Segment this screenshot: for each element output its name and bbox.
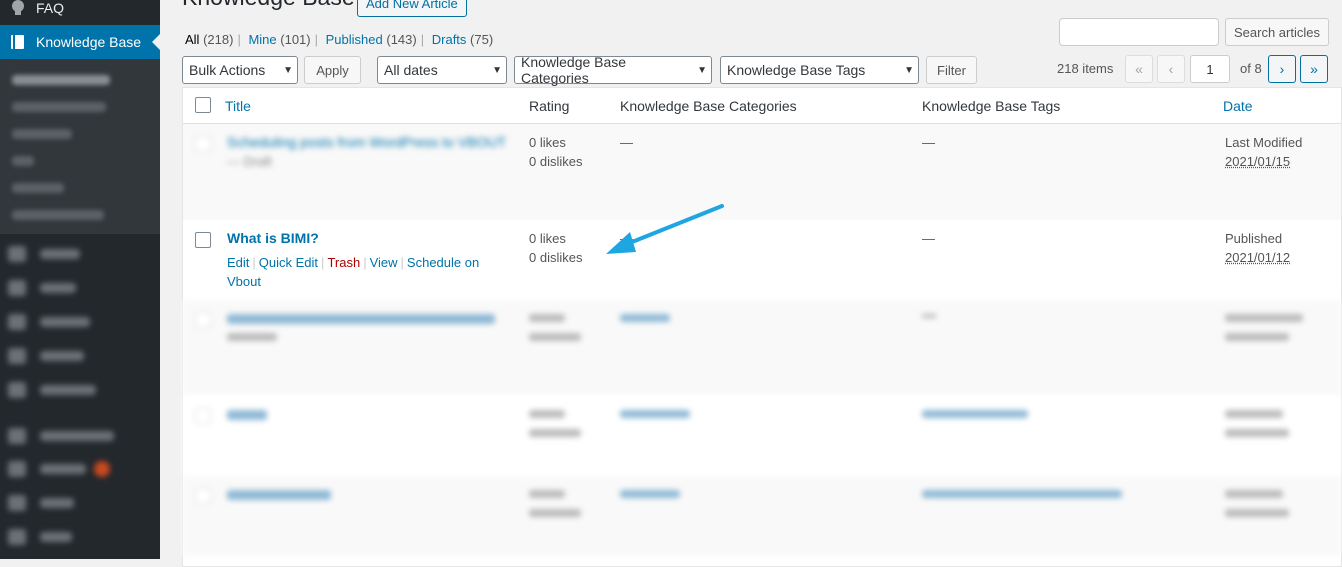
filter-drafts-link[interactable]: Drafts (75) — [432, 32, 493, 47]
articles-table: Title Rating Knowledge Base Categories K… — [182, 87, 1342, 567]
submenu-item-blurred[interactable] — [12, 102, 106, 112]
admin-sidebar: FAQ Knowledge Base — [0, 0, 160, 559]
select-value: Bulk Actions — [189, 62, 266, 78]
categories-value: — — [620, 135, 633, 150]
sidebar-item-blurred[interactable] — [8, 246, 80, 262]
status-filter-links: All (218) | Mine (101) | Published (143) | … — [185, 32, 494, 47]
last-page-button[interactable]: » — [1300, 55, 1328, 83]
likes: 0 likes — [529, 231, 566, 246]
filter-button[interactable]: Filter — [926, 56, 977, 84]
trash-link[interactable]: Trash — [327, 255, 360, 270]
sidebar-item-label: Knowledge Base — [36, 34, 142, 50]
table-row: What is BIMI? Edit | Quick Edit | Trash | View… — [183, 220, 1341, 300]
main-content: Knowledge Base Add New Article All (218)… — [160, 0, 1342, 567]
date-value: 2021/01/12 — [1225, 250, 1291, 265]
edit-link[interactable]: Edit — [227, 255, 249, 270]
sidebar-item-label: FAQ — [36, 0, 65, 16]
search-input[interactable] — [1059, 18, 1219, 46]
lightbulb-icon — [0, 0, 36, 17]
table-row — [183, 300, 1341, 396]
row-title[interactable]: Scheduling posts from WordPress to VBOUT — [227, 133, 506, 152]
sidebar-item-blurred[interactable] — [8, 348, 84, 364]
select-value: Knowledge Base Categories — [521, 54, 627, 86]
filter-all-link[interactable]: All (218) — [185, 32, 233, 47]
current-page-input[interactable]: 1 — [1190, 55, 1230, 83]
row-actions-cont: Vbout — [227, 272, 261, 291]
chevron-down-icon: ▼ — [697, 64, 707, 76]
column-date[interactable]: Date — [1223, 98, 1253, 114]
annotation-arrow-icon — [606, 204, 724, 254]
column-rating: Rating — [529, 98, 570, 114]
first-page-button[interactable]: « — [1125, 55, 1153, 83]
quick-edit-link[interactable]: Quick Edit — [259, 255, 318, 270]
book-icon — [0, 33, 36, 51]
sidebar-item-blurred[interactable] — [8, 428, 114, 444]
chevron-down-icon: ▼ — [492, 64, 502, 76]
prev-page-button[interactable]: ‹ — [1157, 55, 1185, 83]
categories-select[interactable]: Knowledge Base Categories ▼ — [514, 54, 712, 86]
table-header: Title Rating Knowledge Base Categories K… — [183, 88, 1341, 124]
sidebar-item-blurred[interactable] — [8, 382, 96, 398]
items-count: 218 items — [1057, 61, 1114, 76]
row-checkbox[interactable] — [195, 408, 211, 424]
schedule-on-vbout-link[interactable]: Schedule on — [407, 255, 479, 270]
sidebar-item-blurred[interactable] — [8, 314, 90, 330]
next-page-button[interactable]: › — [1268, 55, 1296, 83]
submenu-item-blurred[interactable] — [12, 129, 72, 139]
date-status: Last Modified — [1225, 135, 1303, 150]
sidebar-item-knowledge-base[interactable]: Knowledge Base — [0, 25, 160, 59]
table-row — [183, 476, 1341, 556]
table-row — [183, 396, 1341, 476]
kb-submenu — [0, 59, 160, 234]
row-title[interactable]: What is BIMI? — [227, 229, 319, 248]
row-checkbox[interactable] — [195, 312, 211, 328]
bulk-actions-select[interactable]: Bulk Actions ▼ — [182, 56, 298, 84]
tags-value: — — [922, 231, 935, 246]
dislikes: 0 dislikes — [529, 250, 583, 265]
sidebar-item-blurred[interactable] — [8, 529, 72, 545]
add-new-article-button[interactable]: Add New Article — [357, 0, 467, 17]
submenu-item-blurred[interactable] — [12, 75, 110, 85]
column-title[interactable]: Title — [225, 98, 251, 114]
sidebar-item-blurred[interactable] — [8, 280, 76, 296]
dislikes: 0 dislikes — [529, 154, 583, 169]
row-actions: Edit | Quick Edit | Trash | View | Schedule on — [227, 255, 480, 270]
tags-value: — — [922, 135, 935, 150]
date-status: Published — [1225, 231, 1283, 246]
chevron-down-icon: ▼ — [904, 64, 914, 76]
row-checkbox[interactable] — [195, 232, 211, 248]
view-link[interactable]: View — [370, 255, 398, 270]
submenu-item-blurred[interactable] — [12, 183, 64, 193]
total-pages: of 8 — [1240, 61, 1262, 76]
sidebar-item-blurred[interactable] — [8, 461, 110, 477]
column-categories: Knowledge Base Categories — [620, 98, 797, 114]
sidebar-item-blurred[interactable] — [8, 495, 74, 511]
select-value: All dates — [384, 62, 438, 78]
row-checkbox[interactable] — [195, 488, 211, 504]
row-checkbox[interactable] — [195, 136, 211, 152]
chevron-down-icon: ▼ — [283, 64, 293, 76]
sidebar-item-faq[interactable]: FAQ — [0, 0, 160, 25]
schedule-on-vbout-link-cont[interactable]: Vbout — [227, 274, 261, 289]
page-title: Knowledge Base — [182, 0, 355, 11]
row-state: — Draft — [227, 154, 272, 169]
table-row: Scheduling posts from WordPress to VBOUT… — [183, 124, 1341, 220]
submenu-item-blurred[interactable] — [12, 210, 104, 220]
filter-published-link[interactable]: Published (143) — [326, 32, 417, 47]
select-value: Knowledge Base Tags — [727, 62, 866, 78]
select-all-checkbox[interactable] — [195, 97, 211, 113]
column-tags: Knowledge Base Tags — [922, 98, 1061, 114]
search-articles-button[interactable]: Search articles — [1225, 18, 1329, 46]
likes: 0 likes — [529, 135, 566, 150]
date-value: 2021/01/15 — [1225, 154, 1291, 169]
dates-select[interactable]: All dates ▼ — [377, 56, 507, 84]
tags-select[interactable]: Knowledge Base Tags ▼ — [720, 56, 919, 84]
apply-button[interactable]: Apply — [304, 56, 361, 84]
filter-mine-link[interactable]: Mine (101) — [248, 32, 310, 47]
submenu-item-blurred[interactable] — [12, 156, 34, 166]
